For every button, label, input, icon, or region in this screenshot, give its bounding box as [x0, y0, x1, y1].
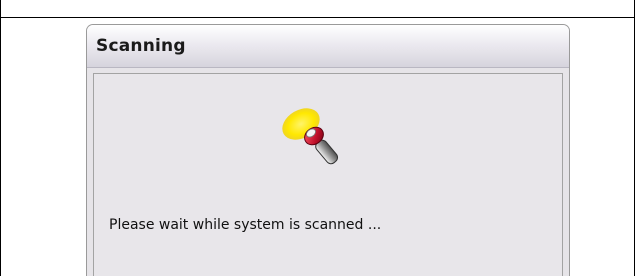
scanning-dialog: Scanning Please wait while system is sca…: [86, 24, 570, 276]
flashlight-scan-icon: [270, 101, 360, 171]
dialog-body: Please wait while system is scanned ...: [93, 73, 563, 276]
top-divider: [0, 17, 635, 18]
scanning-message: Please wait while system is scanned ...: [109, 217, 382, 233]
dialog-title: Scanning: [96, 36, 186, 56]
dialog-titlebar[interactable]: Scanning: [87, 25, 569, 68]
